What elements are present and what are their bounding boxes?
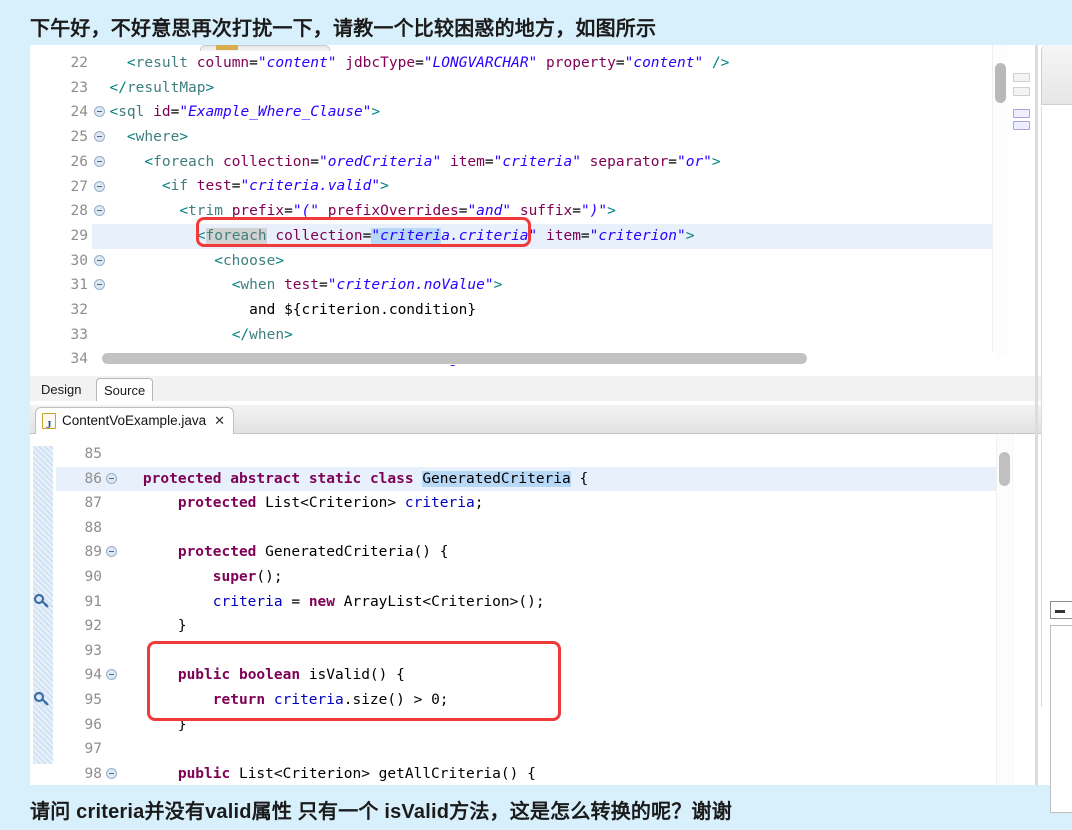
code-line[interactable]: <if test="criteria.valid"> xyxy=(92,174,992,199)
line-number: 91 xyxy=(84,593,102,610)
tabbar-underline xyxy=(30,401,1041,404)
code-line[interactable]: <foreach collection="criteria.criteria" … xyxy=(92,223,992,249)
code-line[interactable]: 94 public boolean isValid() { xyxy=(56,663,996,688)
line-number: 29 xyxy=(30,224,105,249)
code-line[interactable]: 87 protected List<Criterion> criteria; xyxy=(56,491,996,516)
code-line[interactable]: 89 protected GeneratedCriteria() { xyxy=(56,540,996,565)
code-line[interactable]: 96 } xyxy=(56,713,996,738)
line-number: 90 xyxy=(84,568,102,585)
line-number: 85 xyxy=(84,446,102,462)
overview-marker[interactable] xyxy=(1013,73,1030,82)
code-line[interactable]: 92 } xyxy=(56,614,996,639)
fold-toggle-icon[interactable] xyxy=(106,767,117,779)
right-panel-list[interactable] xyxy=(1050,625,1072,813)
line-number: 31 xyxy=(30,273,105,298)
tab-design[interactable]: Design xyxy=(34,378,88,402)
xml-vertical-scrollbar[interactable] xyxy=(992,45,1007,358)
xml-code-lines[interactable]: <result column="content" jdbcType="LONGV… xyxy=(92,51,992,372)
code-line[interactable]: <choose> xyxy=(92,249,992,274)
line-number: 87 xyxy=(84,495,102,512)
code-line[interactable]: <trim prefix="(" prefixOverrides="and" s… xyxy=(92,199,992,224)
xml-editor-pane[interactable]: 22 23 24 25 26 27 28 29 30 31 32 33 34 <result colum… xyxy=(30,45,1041,375)
overview-marker[interactable] xyxy=(1013,87,1030,96)
line-number: 95 xyxy=(84,691,102,708)
java-vertical-scrollbar[interactable] xyxy=(996,434,1011,785)
code-line[interactable]: <foreach collection="oredCriteria" item=… xyxy=(92,150,992,175)
line-number: 86 xyxy=(84,470,102,487)
code-line[interactable]: 86 protected abstract static class Gener… xyxy=(56,466,996,492)
xml-file-icon xyxy=(216,45,238,50)
message-text-bottom: 请问 criteria并没有valid属性 只有一个 isValid方法，这是怎… xyxy=(30,801,732,823)
code-line[interactable]: 97 xyxy=(56,737,996,762)
occurrence-marker-icon[interactable] xyxy=(33,691,51,707)
tab-contentvoexample-java[interactable]: ContentVoExample.java ✕ xyxy=(35,407,234,438)
right-panel-button[interactable] xyxy=(1050,601,1072,619)
tab-source[interactable]: Source xyxy=(96,378,154,402)
java-code-lines[interactable]: 85 86 protected abstract static class Gen… xyxy=(56,442,996,785)
code-line[interactable]: 88 xyxy=(56,516,996,541)
line-number: 33 xyxy=(70,326,88,343)
line-number: 26 xyxy=(30,150,105,175)
code-line[interactable]: <where> xyxy=(92,125,992,150)
java-file-icon xyxy=(42,412,56,438)
line-number: 89 xyxy=(84,544,102,561)
code-line[interactable]: <sql id="Example_Where_Clause"> xyxy=(92,100,992,125)
overview-marker-occurrence[interactable] xyxy=(1013,109,1030,118)
message-text-top: 下午好，不好意思再次打扰一下，请教一个比较困惑的地方，如图所示 xyxy=(30,18,657,40)
code-line[interactable]: 98 public List<Criterion> getAllCriteria… xyxy=(56,762,996,785)
line-number: 24 xyxy=(30,100,105,125)
line-number: 94 xyxy=(84,667,102,684)
java-marker-column[interactable] xyxy=(30,434,56,785)
java-overview-ruler[interactable] xyxy=(1012,434,1035,785)
fold-toggle-icon[interactable] xyxy=(106,472,117,484)
line-number: 93 xyxy=(84,642,102,659)
embedded-screenshot: 22 23 24 25 26 27 28 29 30 31 32 33 34 <result colum… xyxy=(30,45,1041,785)
java-vertical-scroll-thumb[interactable] xyxy=(999,452,1010,486)
xml-vertical-scroll-thumb[interactable] xyxy=(995,63,1006,103)
screenshot-page: 下午好，不好意思再次打扰一下，请教一个比较困惑的地方，如图所示 22 23 24 25… xyxy=(0,0,1072,830)
code-line[interactable]: </resultMap> xyxy=(92,76,992,101)
line-number: 98 xyxy=(84,765,102,782)
code-line[interactable]: 93 xyxy=(56,639,996,664)
screenshot-right-edge xyxy=(1035,45,1038,785)
code-line[interactable]: </when> xyxy=(92,323,992,348)
line-number: 27 xyxy=(30,175,105,200)
overview-marker-occurrence[interactable] xyxy=(1013,121,1030,130)
right-side-panel[interactable] xyxy=(1041,45,1072,813)
line-number: 96 xyxy=(84,716,102,733)
java-code-viewport[interactable]: 85 86 protected abstract static class Gen… xyxy=(30,434,1041,785)
code-line[interactable]: <result column="content" jdbcType="LONGV… xyxy=(92,51,992,76)
right-panel-body xyxy=(1041,107,1072,813)
occurrence-marker-icon[interactable] xyxy=(33,593,51,609)
java-editor-tabstrip[interactable]: ContentVoExample.java ✕ xyxy=(30,405,1041,438)
code-line[interactable]: 90 super(); xyxy=(56,565,996,590)
line-number: 23 xyxy=(70,79,88,96)
line-number: 32 xyxy=(70,302,88,319)
code-line[interactable]: 95 return criteria.size() > 0; xyxy=(56,688,996,713)
line-number: 97 xyxy=(84,741,102,758)
editor-view-tabbar[interactable]: Design Source xyxy=(30,375,1041,404)
line-number: 25 xyxy=(30,125,105,150)
code-line[interactable]: and ${criterion.condition} xyxy=(92,298,992,323)
xml-horizontal-scroll-thumb[interactable] xyxy=(102,353,807,364)
xml-overview-ruler[interactable] xyxy=(1009,45,1035,358)
java-editor-pane[interactable]: ContentVoExample.java ✕ 85 86 protected a… xyxy=(30,405,1041,785)
xml-line-number-gutter: 22 23 24 25 26 27 28 29 30 31 32 33 34 xyxy=(30,51,105,373)
xml-horizontal-scrollbar[interactable] xyxy=(92,352,996,365)
right-panel-tab[interactable] xyxy=(1041,45,1072,105)
line-number: 34 xyxy=(30,347,105,372)
line-number: 22 xyxy=(70,55,88,71)
line-number: 28 xyxy=(30,199,105,224)
line-number: 88 xyxy=(84,519,102,536)
code-line[interactable]: 85 xyxy=(56,442,996,467)
code-line[interactable]: 91 criteria = new ArrayList<Criterion>()… xyxy=(56,590,996,615)
line-number: 30 xyxy=(30,249,105,274)
close-icon[interactable]: ✕ xyxy=(214,408,225,434)
java-tab-label: ContentVoExample.java xyxy=(62,413,207,428)
line-number: 92 xyxy=(84,618,102,635)
code-line[interactable]: <when test="criterion.noValue"> xyxy=(92,273,992,298)
